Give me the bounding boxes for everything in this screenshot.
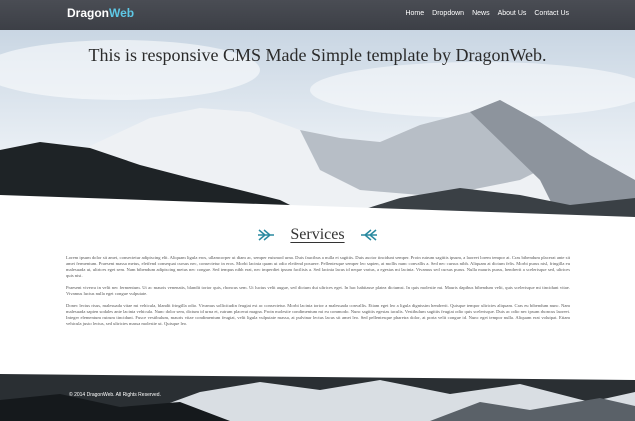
services-content: Lorem ipsum dolor sit amet, consectetur … xyxy=(66,255,570,333)
nav-item-about-us[interactable]: About Us xyxy=(498,10,527,17)
nav-item-home[interactable]: Home xyxy=(405,10,424,17)
services-title: Services xyxy=(290,226,345,243)
services-paragraph-2: Praesent viverra in velit nec fermentum.… xyxy=(66,285,570,296)
navbar: DragonWeb Home Dropdown News About Us Co… xyxy=(0,0,635,30)
logo-accent-text: Web xyxy=(109,6,135,20)
services-heading: Services xyxy=(0,225,635,245)
hero-title: This is responsive CMS Made Simple templ… xyxy=(88,45,547,65)
main-menu: Home Dropdown News About Us Contact Us xyxy=(405,10,569,17)
footer-copyright: © 2014 DragonWeb. All Rights Reserved. xyxy=(69,392,161,398)
site-logo[interactable]: DragonWeb xyxy=(67,6,134,20)
nav-item-news[interactable]: News xyxy=(472,10,490,17)
hero-banner: This is responsive CMS Made Simple templ… xyxy=(0,30,635,220)
services-paragraph-1: Lorem ipsum dolor sit amet, consectetur … xyxy=(66,255,570,278)
services-paragraph-3: Donec lectus risus, malesuada vitae mi v… xyxy=(66,303,570,326)
nav-item-contact-us[interactable]: Contact Us xyxy=(534,10,569,17)
nav-item-dropdown[interactable]: Dropdown xyxy=(432,10,464,17)
double-arrow-right-icon xyxy=(258,229,275,241)
logo-main-text: Dragon xyxy=(67,6,109,20)
double-arrow-left-icon xyxy=(360,229,377,241)
